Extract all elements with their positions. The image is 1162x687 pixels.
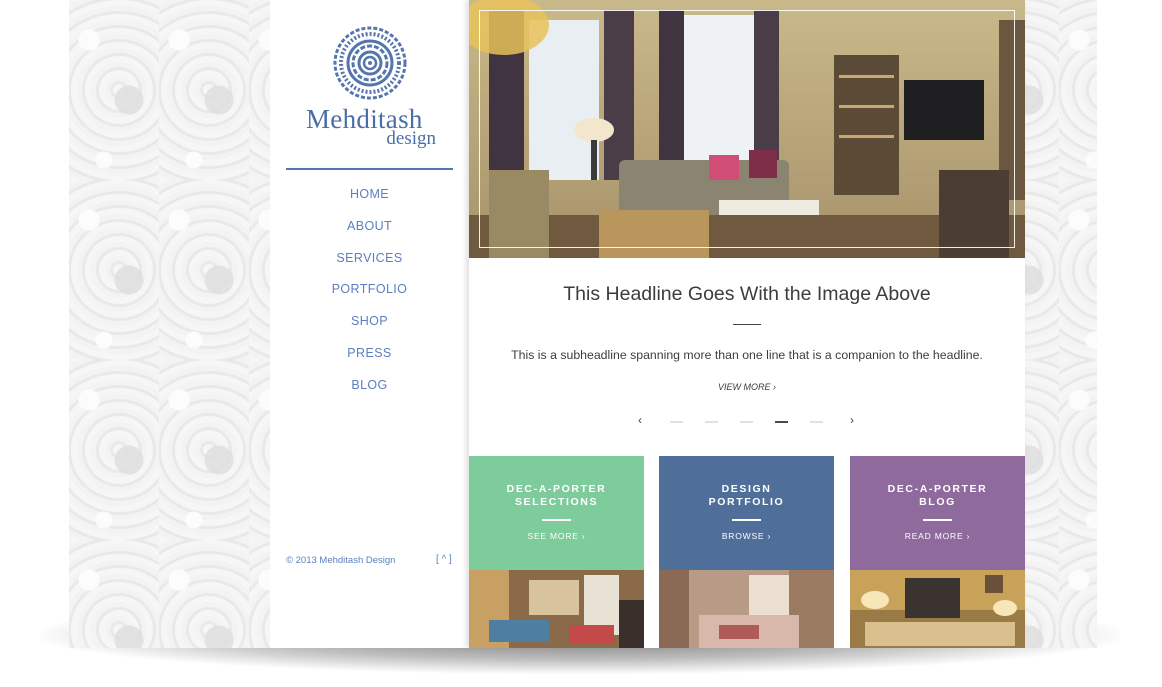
headline-divider [733, 324, 761, 325]
nav-item-shop[interactable]: SHOP [270, 314, 469, 346]
hero-subheadline: This is a subheadline spanning more than… [511, 348, 983, 362]
logo-divider [286, 168, 453, 170]
hero-headline: This Headline Goes With the Image Above [563, 283, 931, 305]
nav-item-blog[interactable]: BLOG [270, 378, 469, 410]
browse-link[interactable]: BROWSE › [659, 531, 834, 541]
slider-pager: ‹ › [469, 413, 1025, 430]
slider-next-icon[interactable]: › [850, 413, 854, 427]
main-content: This Headline Goes With the Image Above … [469, 0, 1025, 648]
tile-blog[interactable]: DEC-A-PORTER BLOG READ MORE › [850, 456, 1025, 648]
tile-divider [923, 519, 952, 521]
see-more-link[interactable]: SEE MORE › [469, 531, 644, 541]
blog-photo [850, 570, 1025, 648]
nav-item-press[interactable]: PRESS [270, 346, 469, 378]
logo-subtitle[interactable]: design [366, 128, 436, 150]
nav-item-services[interactable]: SERVICES [270, 251, 469, 283]
copyright-text: © 2013 Mehditash Design [286, 555, 396, 566]
tile-divider [542, 519, 571, 521]
slider-dot[interactable] [740, 421, 753, 423]
read-more-link[interactable]: READ MORE › [850, 531, 1025, 541]
slider-dot[interactable] [705, 421, 718, 423]
tile-title-line: DESIGN [721, 483, 772, 495]
tile-color-block [659, 456, 834, 570]
tile-title-line: PORTFOLIO [708, 496, 785, 508]
tile-divider [732, 519, 761, 521]
tile-title-line: SELECTIONS [514, 496, 599, 508]
nav-item-about[interactable]: ABOUT [270, 219, 469, 251]
slider-prev-icon[interactable]: ‹ [638, 413, 642, 427]
main-navigation: HOME ABOUT SERVICES PORTFOLIO SHOP PRESS… [270, 187, 469, 410]
tile-title-line: BLOG [919, 496, 956, 508]
tile-color-block [469, 456, 644, 570]
back-to-top-button[interactable]: [ ^ ] [436, 554, 452, 565]
logo-emblem-icon[interactable] [333, 26, 407, 100]
portfolio-photo [659, 570, 834, 648]
selections-photo [469, 570, 644, 648]
tile-title: DESIGN PORTFOLIO [659, 483, 834, 509]
slider-dot-active[interactable] [775, 421, 788, 423]
tile-title: DEC-A-PORTER BLOG [850, 483, 1025, 509]
tile-title-line: DEC-A-PORTER [887, 483, 988, 495]
hero-image[interactable] [469, 0, 1025, 258]
tile-selections[interactable]: DEC-A-PORTER SELECTIONS SEE MORE › [469, 456, 644, 648]
tile-portfolio[interactable]: DESIGN PORTFOLIO BROWSE › [659, 456, 834, 648]
tile-title-line: DEC-A-PORTER [506, 483, 607, 495]
view-more-link[interactable]: VIEW MORE › [469, 382, 1025, 392]
hero-frame-border [479, 10, 1015, 248]
tile-color-block [850, 456, 1025, 570]
slider-dot[interactable] [670, 421, 683, 423]
nav-item-portfolio[interactable]: PORTFOLIO [270, 282, 469, 314]
nav-item-home[interactable]: HOME [270, 187, 469, 219]
tile-title: DEC-A-PORTER SELECTIONS [469, 483, 644, 509]
slider-dot[interactable] [810, 421, 823, 423]
sidebar: Mehditash design HOME ABOUT SERVICES POR… [270, 0, 469, 648]
page-frame: Mehditash design HOME ABOUT SERVICES POR… [69, 0, 1097, 648]
